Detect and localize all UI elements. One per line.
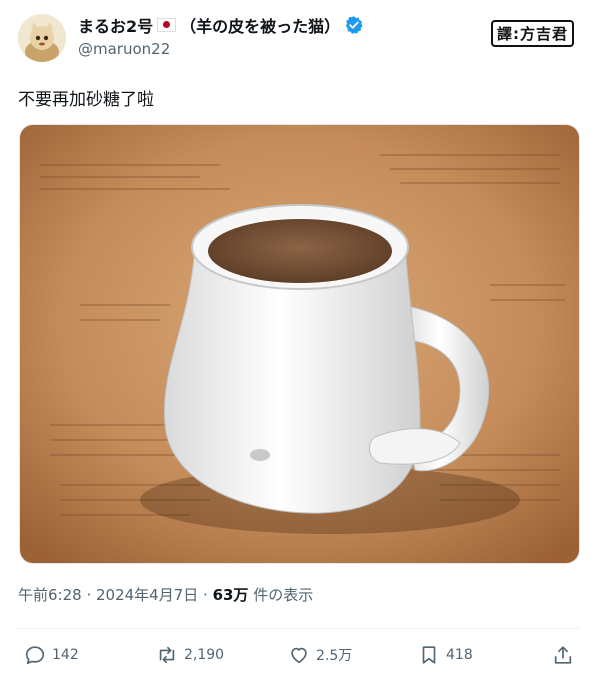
views-label: 件の表示 — [248, 586, 314, 604]
verified-badge-icon[interactable] — [344, 15, 364, 35]
avatar-cat-illustration — [18, 14, 66, 62]
share-button[interactable] — [552, 644, 574, 666]
like-icon — [291, 647, 307, 664]
author-name-row[interactable]: まるお2号 （羊の皮を被った猫） — [78, 14, 364, 36]
tweet-meta: 午前6:28 · 2024年4月7日 · 63万 件の表示 — [18, 584, 313, 605]
avatar[interactable] — [18, 14, 66, 62]
tweet-text: 不要再加砂糖了啦 — [18, 90, 154, 110]
reply-icon — [25, 646, 45, 665]
watermark-label: 譯:方吉君 — [491, 20, 574, 47]
bookmark-icon — [422, 646, 436, 664]
reply-button[interactable]: 142 — [24, 644, 79, 666]
timestamp[interactable]: 午前6:28 · 2024年4月7日 · — [18, 586, 213, 604]
share-icon — [554, 646, 572, 664]
bookmark-count: 418 — [446, 647, 473, 663]
display-name[interactable]: まるお2号 — [78, 13, 153, 37]
display-name-suffix[interactable]: （羊の皮を被った猫） — [180, 13, 340, 37]
action-bar: 142 2,190 2.5万 418 — [24, 644, 576, 670]
tweet-photo[interactable] — [19, 124, 580, 564]
bookmark-button[interactable]: 418 — [418, 644, 473, 666]
like-count: 2.5万 — [316, 648, 353, 664]
retweet-icon — [159, 646, 175, 664]
mug-photo-illustration — [20, 125, 579, 563]
divider — [18, 628, 580, 629]
retweet-button[interactable]: 2,190 — [156, 644, 224, 666]
views-count: 63万 — [212, 586, 249, 604]
like-button[interactable]: 2.5万 — [288, 644, 352, 666]
author-handle[interactable]: @maruon22 — [78, 40, 170, 58]
reply-count: 142 — [52, 647, 79, 663]
flag-japan-icon — [157, 18, 177, 32]
retweet-count: 2,190 — [184, 647, 225, 663]
